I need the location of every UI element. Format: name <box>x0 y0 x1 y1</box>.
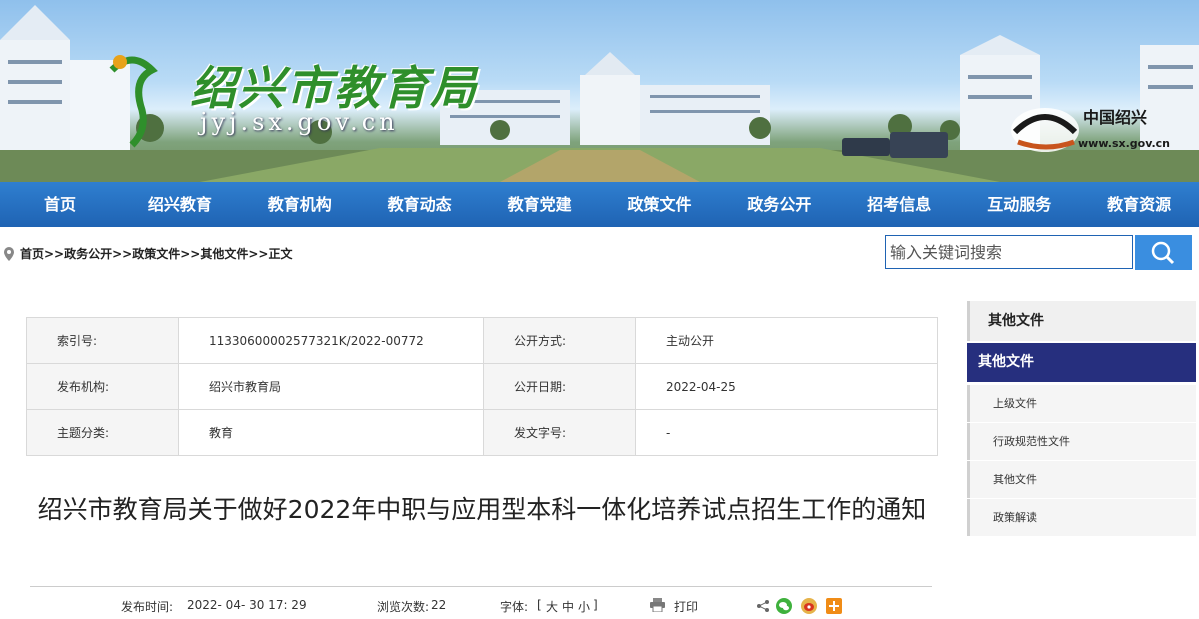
sidebar-header: 其他文件 <box>967 301 1196 341</box>
search-input[interactable] <box>885 235 1133 269</box>
open-date-label: 公开日期: <box>483 363 636 410</box>
open-mode-label: 公开方式: <box>483 317 636 364</box>
doc-number-label: 发文字号: <box>483 409 636 456</box>
index-value: 11330600002577321K/2022-00772 <box>178 317 484 364</box>
views-value: 22 <box>431 598 447 612</box>
open-date-value: 2022-04-25 <box>635 363 938 410</box>
issuer-label: 发布机构: <box>26 363 179 410</box>
print-icon[interactable] <box>650 598 665 612</box>
sidebar-item-policy-interpretation[interactable]: 政策解读 <box>967 499 1196 536</box>
search-button[interactable] <box>1135 235 1192 270</box>
issuer-value: 绍兴市教育局 <box>178 363 484 410</box>
font-size-label: 字体: <box>500 600 529 614</box>
article-title: 绍兴市教育局关于做好2022年中职与应用型本科一体化培养试点招生工作的通知 <box>37 495 927 524</box>
font-bracket-close: ] <box>593 598 598 612</box>
font-small-button[interactable]: 小 <box>578 598 590 615</box>
title-divider <box>30 586 932 587</box>
sidebar-active-category[interactable]: 其他文件 <box>967 343 1196 382</box>
wechat-icon[interactable] <box>776 598 792 614</box>
nav-item-policy[interactable]: 政策文件 <box>600 182 720 227</box>
weibo-icon[interactable] <box>801 598 817 614</box>
location-pin-icon <box>4 247 14 261</box>
search-icon <box>1151 241 1175 265</box>
nav-item-exams[interactable]: 招考信息 <box>839 182 959 227</box>
share-icon[interactable] <box>756 600 770 612</box>
nav-item-resources[interactable]: 教育资源 <box>1079 182 1199 227</box>
nav-item-party[interactable]: 教育党建 <box>480 182 600 227</box>
sidebar-item-other-docs[interactable]: 其他文件 <box>967 461 1196 498</box>
topic-label: 主题分类: <box>26 409 179 456</box>
print-button[interactable]: 打印 <box>674 598 698 615</box>
document-info-table: 索引号: 11330600002577321K/2022-00772 公开方式:… <box>26 317 938 456</box>
main-nav: 首页 绍兴教育 教育机构 教育动态 教育党建 政策文件 政务公开 招考信息 互动… <box>0 182 1199 227</box>
nav-item-home[interactable]: 首页 <box>0 182 120 227</box>
breadcrumb[interactable]: 首页>>政务公开>>政策文件>>其他文件>>正文 <box>20 245 292 262</box>
font-large-button[interactable]: 大 <box>546 598 558 615</box>
font-medium-button[interactable]: 中 <box>562 598 574 615</box>
header-banner: 绍兴市教育局 jyj.sx.gov.cn 中国绍兴 www.sx.gov.cn <box>0 0 1199 182</box>
sidebar-item-normative-docs[interactable]: 行政规范性文件 <box>967 423 1196 460</box>
campus-illustration <box>0 5 1199 182</box>
nav-item-news[interactable]: 教育动态 <box>360 182 480 227</box>
partner-site-url[interactable]: www.sx.gov.cn <box>1078 137 1170 150</box>
views-label: 浏览次数: <box>377 600 430 614</box>
more-share-icon[interactable] <box>826 598 842 614</box>
open-mode-value: 主动公开 <box>635 317 938 364</box>
table-row: 索引号: 11330600002577321K/2022-00772 公开方式:… <box>26 317 938 364</box>
nav-item-interaction[interactable]: 互动服务 <box>959 182 1079 227</box>
nav-item-shaoxing-education[interactable]: 绍兴教育 <box>120 182 240 227</box>
table-row: 发布机构: 绍兴市教育局 公开日期: 2022-04-25 <box>26 363 938 410</box>
partner-site-name[interactable]: 中国绍兴 <box>1083 104 1147 128</box>
nav-item-institutions[interactable]: 教育机构 <box>240 182 360 227</box>
site-logo-domain: jyj.sx.gov.cn <box>200 108 399 136</box>
publish-time-label: 发布时间: <box>121 600 174 614</box>
topic-value: 教育 <box>178 409 484 456</box>
table-row: 主题分类: 教育 发文字号: - <box>26 409 938 456</box>
doc-number-value: - <box>635 409 938 456</box>
index-label: 索引号: <box>26 317 179 364</box>
font-bracket-open: [ <box>537 598 542 612</box>
publish-time-value: 2022- 04- 30 17: 29 <box>187 598 307 612</box>
sidebar-item-superior-docs[interactable]: 上级文件 <box>967 385 1196 422</box>
nav-item-public-affairs[interactable]: 政务公开 <box>719 182 839 227</box>
